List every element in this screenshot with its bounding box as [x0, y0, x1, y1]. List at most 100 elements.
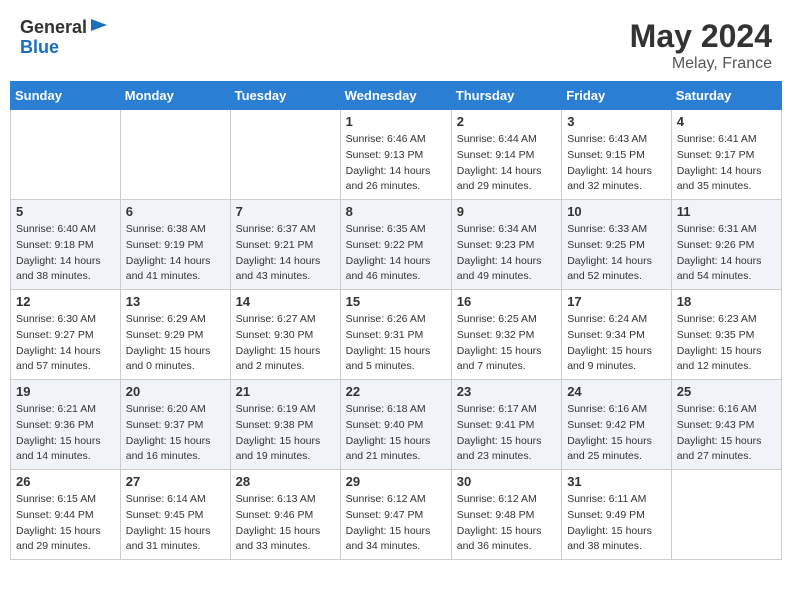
- day-info: Sunrise: 6:12 AMSunset: 9:48 PMDaylight:…: [457, 492, 556, 555]
- calendar-cell: [671, 470, 781, 560]
- day-number: 12: [16, 294, 115, 309]
- week-row-3: 12Sunrise: 6:30 AMSunset: 9:27 PMDayligh…: [11, 290, 782, 380]
- day-number: 7: [236, 204, 335, 219]
- calendar-cell: 26Sunrise: 6:15 AMSunset: 9:44 PMDayligh…: [11, 470, 121, 560]
- weekday-header-tuesday: Tuesday: [230, 82, 340, 110]
- day-info: Sunrise: 6:37 AMSunset: 9:21 PMDaylight:…: [236, 222, 335, 285]
- day-info: Sunrise: 6:23 AMSunset: 9:35 PMDaylight:…: [677, 312, 776, 375]
- day-number: 22: [346, 384, 446, 399]
- calendar-cell: 30 Sunrise: 6:12 AMSunset: 9:48 PMDayligh…: [451, 470, 561, 560]
- day-number: 14: [236, 294, 335, 309]
- day-number: 29: [346, 474, 446, 489]
- calendar-cell: 18 Sunrise: 6:23 AMSunset: 9:35 PMDayligh…: [671, 290, 781, 380]
- calendar-cell: [11, 110, 121, 200]
- calendar-cell: 8 Sunrise: 6:35 AMSunset: 9:22 PMDaylight…: [340, 200, 451, 290]
- calendar-location: Melay, France: [630, 55, 772, 73]
- day-number: 17: [567, 294, 666, 309]
- day-number: 6: [126, 204, 225, 219]
- day-info: Sunrise: 6:19 AMSunset: 9:38 PMDaylight:…: [236, 402, 335, 465]
- day-number: 25: [677, 384, 776, 399]
- day-number: 8: [346, 204, 446, 219]
- day-info: Sunrise: 6:24 AMSunset: 9:34 PMDaylight:…: [567, 312, 666, 375]
- day-number: 3: [567, 114, 666, 129]
- weekday-header-monday: Monday: [120, 82, 230, 110]
- calendar-cell: 13 Sunrise: 6:29 AMSunset: 9:29 PMDayligh…: [120, 290, 230, 380]
- calendar-cell: 3Sunrise: 6:43 AMSunset: 9:15 PMDaylight…: [562, 110, 672, 200]
- day-number: 1: [346, 114, 446, 129]
- calendar-title-area: May 2024 Melay, France: [630, 18, 772, 73]
- calendar-cell: [230, 110, 340, 200]
- day-number: 4: [677, 114, 776, 129]
- logo-flag-icon: [89, 15, 111, 37]
- day-info: Sunrise: 6:15 AMSunset: 9:44 PMDaylight:…: [16, 492, 115, 555]
- day-info: Sunrise: 6:40 AMSunset: 9:18 PMDaylight:…: [16, 222, 115, 285]
- day-info: Sunrise: 6:16 AMSunset: 9:42 PMDaylight:…: [567, 402, 666, 465]
- day-number: 31: [567, 474, 666, 489]
- weekday-header-thursday: Thursday: [451, 82, 561, 110]
- logo-blue-text: Blue: [20, 37, 59, 57]
- weekday-header-saturday: Saturday: [671, 82, 781, 110]
- weekday-header-row: SundayMondayTuesdayWednesdayThursdayFrid…: [11, 82, 782, 110]
- weekday-header-sunday: Sunday: [11, 82, 121, 110]
- day-info: Sunrise: 6:29 AMSunset: 9:29 PMDaylight:…: [126, 312, 225, 375]
- calendar-cell: 28 Sunrise: 6:13 AMSunset: 9:46 PMDayligh…: [230, 470, 340, 560]
- calendar-cell: 1 Sunrise: 6:46 AMSunset: 9:13 PMDaylight…: [340, 110, 451, 200]
- day-info: Sunrise: 6:26 AMSunset: 9:31 PMDaylight:…: [346, 312, 446, 375]
- calendar-cell: 19Sunrise: 6:21 AMSunset: 9:36 PMDayligh…: [11, 380, 121, 470]
- calendar-cell: 9Sunrise: 6:34 AMSunset: 9:23 PMDaylight…: [451, 200, 561, 290]
- calendar-cell: 31 Sunrise: 6:11 AMSunset: 9:49 PMDayligh…: [562, 470, 672, 560]
- day-number: 20: [126, 384, 225, 399]
- calendar-cell: [120, 110, 230, 200]
- calendar-cell: 25 Sunrise: 6:16 AMSunset: 9:43 PMDayligh…: [671, 380, 781, 470]
- day-number: 23: [457, 384, 556, 399]
- weekday-header-friday: Friday: [562, 82, 672, 110]
- calendar-table: SundayMondayTuesdayWednesdayThursdayFrid…: [10, 81, 782, 560]
- day-info: Sunrise: 6:31 AMSunset: 9:26 PMDaylight:…: [677, 222, 776, 285]
- weekday-header-wednesday: Wednesday: [340, 82, 451, 110]
- day-number: 15: [346, 294, 446, 309]
- calendar-cell: 20 Sunrise: 6:20 AMSunset: 9:37 PMDayligh…: [120, 380, 230, 470]
- calendar-cell: 7 Sunrise: 6:37 AMSunset: 9:21 PMDaylight…: [230, 200, 340, 290]
- calendar-cell: 24 Sunrise: 6:16 AMSunset: 9:42 PMDayligh…: [562, 380, 672, 470]
- calendar-month-title: May 2024: [630, 18, 772, 55]
- day-number: 18: [677, 294, 776, 309]
- week-row-4: 19Sunrise: 6:21 AMSunset: 9:36 PMDayligh…: [11, 380, 782, 470]
- day-info: Sunrise: 6:14 AMSunset: 9:45 PMDaylight:…: [126, 492, 225, 555]
- calendar-cell: 23 Sunrise: 6:17 AMSunset: 9:41 PMDayligh…: [451, 380, 561, 470]
- week-row-2: 5Sunrise: 6:40 AMSunset: 9:18 PMDaylight…: [11, 200, 782, 290]
- day-info: Sunrise: 6:21 AMSunset: 9:36 PMDaylight:…: [16, 402, 115, 465]
- day-number: 24: [567, 384, 666, 399]
- day-number: 28: [236, 474, 335, 489]
- calendar-cell: 2Sunrise: 6:44 AMSunset: 9:14 PMDaylight…: [451, 110, 561, 200]
- day-info: Sunrise: 6:20 AMSunset: 9:37 PMDaylight:…: [126, 402, 225, 465]
- day-info: Sunrise: 6:18 AMSunset: 9:40 PMDaylight:…: [346, 402, 446, 465]
- calendar-cell: 15 Sunrise: 6:26 AMSunset: 9:31 PMDayligh…: [340, 290, 451, 380]
- day-info: Sunrise: 6:38 AMSunset: 9:19 PMDaylight:…: [126, 222, 225, 285]
- day-info: Sunrise: 6:17 AMSunset: 9:41 PMDaylight:…: [457, 402, 556, 465]
- day-number: 13: [126, 294, 225, 309]
- calendar-cell: 4Sunrise: 6:41 AMSunset: 9:17 PMDaylight…: [671, 110, 781, 200]
- day-info: Sunrise: 6:11 AMSunset: 9:49 PMDaylight:…: [567, 492, 666, 555]
- day-info: Sunrise: 6:16 AMSunset: 9:43 PMDaylight:…: [677, 402, 776, 465]
- day-info: Sunrise: 6:35 AMSunset: 9:22 PMDaylight:…: [346, 222, 446, 285]
- day-info: Sunrise: 6:44 AMSunset: 9:14 PMDaylight:…: [457, 132, 556, 195]
- calendar-cell: 5Sunrise: 6:40 AMSunset: 9:18 PMDaylight…: [11, 200, 121, 290]
- day-number: 16: [457, 294, 556, 309]
- day-info: Sunrise: 6:33 AMSunset: 9:25 PMDaylight:…: [567, 222, 666, 285]
- day-info: Sunrise: 6:27 AMSunset: 9:30 PMDaylight:…: [236, 312, 335, 375]
- calendar-cell: 14 Sunrise: 6:27 AMSunset: 9:30 PMDayligh…: [230, 290, 340, 380]
- day-number: 27: [126, 474, 225, 489]
- calendar-cell: 11 Sunrise: 6:31 AMSunset: 9:26 PMDayligh…: [671, 200, 781, 290]
- day-number: 30: [457, 474, 556, 489]
- calendar-cell: 17 Sunrise: 6:24 AMSunset: 9:34 PMDayligh…: [562, 290, 672, 380]
- day-info: Sunrise: 6:13 AMSunset: 9:46 PMDaylight:…: [236, 492, 335, 555]
- day-info: Sunrise: 6:34 AMSunset: 9:23 PMDaylight:…: [457, 222, 556, 285]
- day-number: 21: [236, 384, 335, 399]
- day-info: Sunrise: 6:12 AMSunset: 9:47 PMDaylight:…: [346, 492, 446, 555]
- day-info: Sunrise: 6:46 AMSunset: 9:13 PMDaylight:…: [346, 132, 446, 195]
- calendar-cell: 6 Sunrise: 6:38 AMSunset: 9:19 PMDaylight…: [120, 200, 230, 290]
- calendar-cell: 29 Sunrise: 6:12 AMSunset: 9:47 PMDayligh…: [340, 470, 451, 560]
- logo: General Blue: [20, 18, 111, 58]
- week-row-5: 26Sunrise: 6:15 AMSunset: 9:44 PMDayligh…: [11, 470, 782, 560]
- day-number: 11: [677, 204, 776, 219]
